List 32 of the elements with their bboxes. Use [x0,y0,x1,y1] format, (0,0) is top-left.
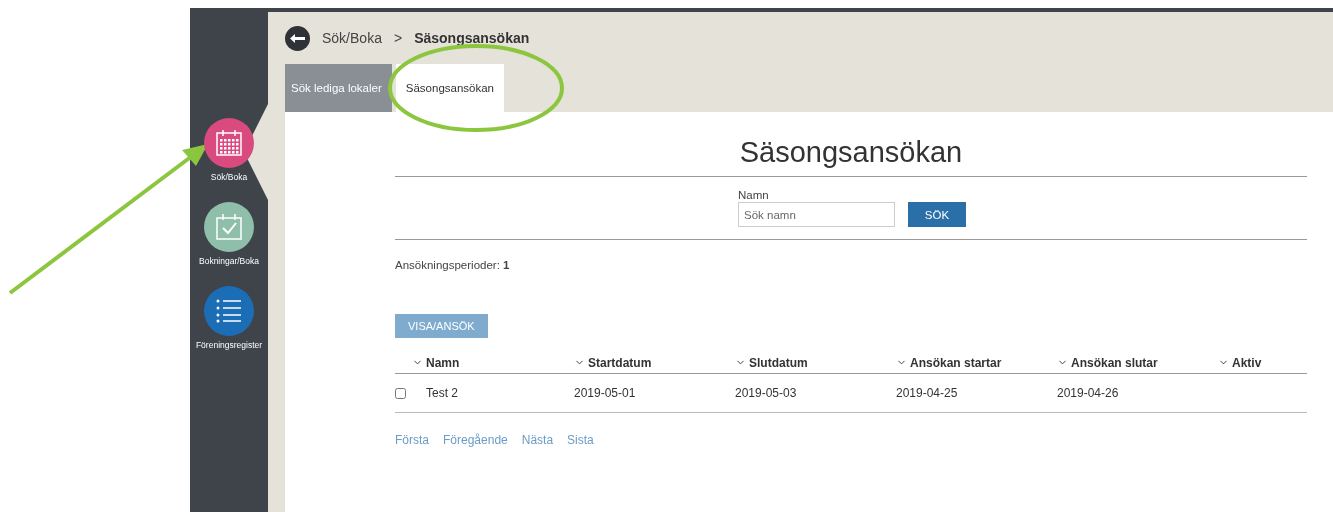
nav-button[interactable] [204,202,254,252]
column-header[interactable]: Ansökan slutar [1071,355,1158,370]
tab[interactable]: Säsongsansökan [395,64,504,112]
back-arrow-icon [290,33,305,43]
nav-button[interactable] [204,118,254,168]
page-title: Säsongsansökan [395,136,1307,177]
periods-count: Ansökningsperioder: 1 [395,259,511,271]
table-cell-text: 2019-04-25 [896,386,959,400]
nav-label: Föreningsregister [195,340,263,350]
column-header[interactable]: Ansökan startar [910,355,1002,370]
table-cell-text: 2019-04-26 [1057,386,1120,400]
list-icon [215,298,243,324]
column-header[interactable]: Startdatum [588,355,652,370]
column-header[interactable]: Namn [426,355,460,370]
row-checkbox[interactable] [395,387,406,399]
calendar-check-icon [214,212,244,242]
breadcrumb-current: Säsongsansökan [414,30,530,46]
column-header[interactable]: Slutdatum [749,355,808,370]
table-cell: Test 2 [426,386,458,400]
search-button[interactable]: SÖK [908,202,966,227]
nav-label: Sök/Boka [210,172,248,182]
name-search-field[interactable]: Sök namn [738,202,895,227]
breadcrumb-link[interactable]: Sök/Boka [322,30,382,46]
breadcrumb-separator: > [393,30,403,46]
calendar-icon [214,128,244,158]
back-button[interactable] [285,25,310,51]
table-cell-text: 2019-05-03 [735,386,798,400]
field-label: Namn [738,189,770,201]
nav-button[interactable] [204,286,254,336]
column-header[interactable]: Aktiv [1232,355,1262,370]
table-cell-text: 2019-05-01 [574,386,637,400]
nav-label: Bokningar/Boka [199,256,259,266]
